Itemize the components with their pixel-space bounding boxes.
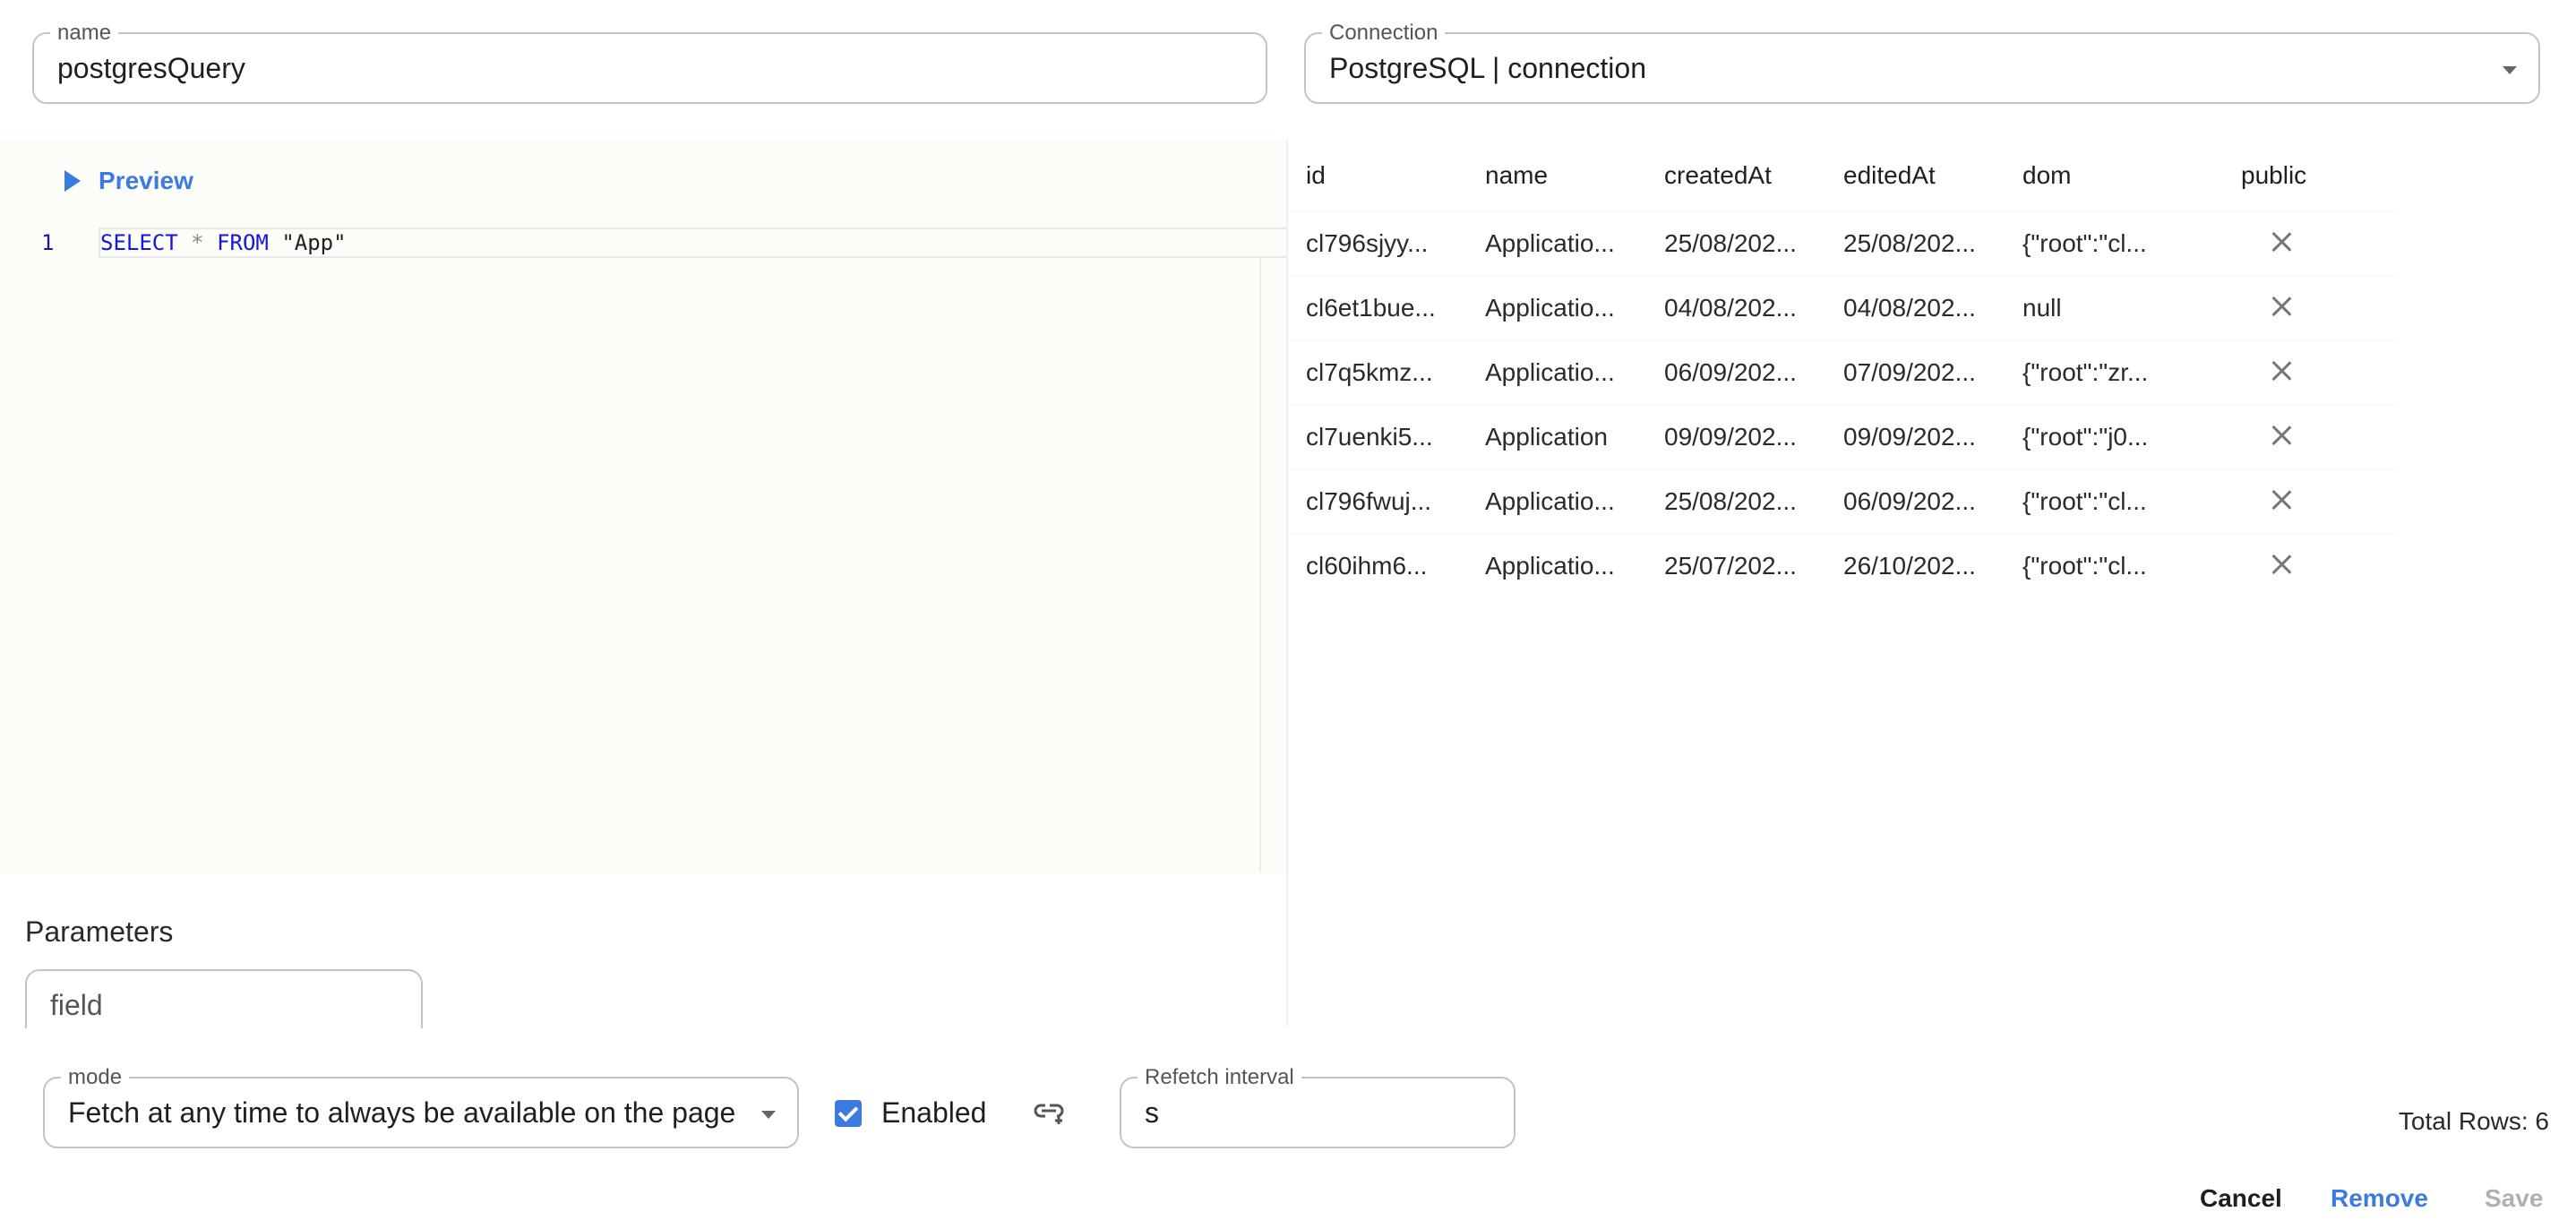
column-header-id[interactable]: id bbox=[1288, 140, 1467, 211]
cell-id: cl60ihm6... bbox=[1306, 552, 1428, 580]
cell-dom: {"root":"zr... bbox=[2022, 358, 2149, 386]
enabled-checkbox[interactable] bbox=[835, 1099, 862, 1127]
refetch-interval-field[interactable]: Refetch interval s bbox=[1120, 1065, 1516, 1148]
enabled-toggle[interactable]: Enabled bbox=[835, 1096, 986, 1130]
cell-editedat: 09/09/202... bbox=[1843, 423, 1976, 451]
code-keyword-select: SELECT bbox=[100, 230, 178, 255]
cell-editedat: 25/08/202... bbox=[1843, 229, 1976, 257]
table-row: cl796sjyy... Applicatio... 25/08/202... … bbox=[1288, 211, 2397, 276]
cell-dom: {"root":"j0... bbox=[2022, 423, 2149, 451]
mode-select-value: Fetch at any time to always be available… bbox=[68, 1096, 736, 1129]
play-icon bbox=[64, 170, 81, 192]
cell-name: Applicatio... bbox=[1485, 487, 1615, 515]
close-icon bbox=[2271, 232, 2291, 252]
column-header-editedat[interactable]: editedAt bbox=[1825, 140, 2005, 211]
cell-editedat: 26/10/202... bbox=[1843, 552, 1976, 580]
cell-dom: {"root":"cl... bbox=[2022, 229, 2147, 257]
refetch-interval-label: Refetch interval bbox=[1138, 1065, 1301, 1090]
column-header-public[interactable]: public bbox=[2184, 140, 2397, 211]
cell-id: cl6et1bue... bbox=[1306, 294, 1436, 322]
chevron-down-icon[interactable] bbox=[2503, 66, 2517, 74]
cell-dom: {"root":"cl... bbox=[2022, 487, 2147, 515]
code-keyword-from: FROM bbox=[217, 230, 269, 255]
close-icon bbox=[2271, 490, 2291, 510]
table-row: cl796fwuj... Applicatio... 25/08/202... … bbox=[1288, 469, 2397, 534]
cell-dom: {"root":"cl... bbox=[2022, 552, 2147, 580]
code-line[interactable]: SELECT * FROM "App" bbox=[100, 229, 347, 256]
line-number: 1 bbox=[41, 230, 55, 255]
cell-createdat: 25/08/202... bbox=[1664, 487, 1797, 515]
close-icon bbox=[2271, 297, 2291, 316]
cell-editedat: 04/08/202... bbox=[1843, 294, 1976, 322]
cell-createdat: 06/09/202... bbox=[1664, 358, 1797, 386]
connection-select-value: PostgreSQL | connection bbox=[1329, 51, 1646, 84]
remove-button[interactable]: Remove bbox=[2331, 1184, 2428, 1213]
cell-createdat: 04/08/202... bbox=[1664, 294, 1797, 322]
cell-public bbox=[2184, 534, 2397, 598]
code-identifier: "App" bbox=[281, 230, 347, 255]
cell-id: cl7q5kmz... bbox=[1306, 358, 1433, 386]
cell-public bbox=[2184, 211, 2397, 276]
refetch-interval-value[interactable]: s bbox=[1145, 1079, 1159, 1147]
cell-name: Applicatio... bbox=[1485, 229, 1615, 257]
mode-select[interactable]: mode Fetch at any time to always be avai… bbox=[43, 1065, 799, 1148]
panel-edge bbox=[0, 1028, 1286, 1050]
cell-public bbox=[2184, 469, 2397, 534]
cell-id: cl796sjyy... bbox=[1306, 229, 1429, 257]
cell-name: Applicatio... bbox=[1485, 294, 1615, 322]
connection-select[interactable]: Connection PostgreSQL | connection bbox=[1304, 21, 2540, 104]
table-row: cl60ihm6... Applicatio... 25/07/202... 2… bbox=[1288, 534, 2397, 598]
column-header-dom[interactable]: dom bbox=[2005, 140, 2184, 211]
cell-editedat: 07/09/202... bbox=[1843, 358, 1976, 386]
cell-name: Applicatio... bbox=[1485, 358, 1615, 386]
name-field[interactable]: name postgresQuery bbox=[32, 21, 1267, 104]
total-rows-count: Total Rows: 6 bbox=[2398, 1107, 2549, 1135]
save-button[interactable]: Save bbox=[2485, 1184, 2543, 1213]
table-row: cl7q5kmz... Applicatio... 06/09/202... 0… bbox=[1288, 340, 2397, 405]
close-icon bbox=[2271, 361, 2291, 381]
cell-id: cl796fwuj... bbox=[1306, 487, 1432, 515]
cell-createdat: 25/08/202... bbox=[1664, 229, 1797, 257]
parameters-title: Parameters bbox=[25, 915, 174, 948]
cell-dom: null bbox=[2022, 294, 2062, 322]
enabled-label: Enabled bbox=[881, 1096, 987, 1129]
table-row: cl7uenki5... Application 09/09/202... 09… bbox=[1288, 405, 2397, 469]
editor-scrollbar[interactable] bbox=[1259, 228, 1261, 872]
cancel-button[interactable]: Cancel bbox=[2200, 1184, 2282, 1213]
cell-createdat: 25/07/202... bbox=[1664, 552, 1797, 580]
cell-public bbox=[2184, 340, 2397, 405]
results-table: id name createdAt editedAt dom public cl… bbox=[1288, 140, 2397, 598]
column-header-name[interactable]: name bbox=[1467, 140, 1646, 211]
chevron-down-icon[interactable] bbox=[761, 1111, 776, 1119]
cell-public bbox=[2184, 276, 2397, 340]
preview-button[interactable]: Preview bbox=[64, 167, 193, 195]
name-field-value[interactable]: postgresQuery bbox=[57, 34, 245, 102]
close-icon bbox=[2271, 554, 2291, 574]
results-panel: id name createdAt editedAt dom public cl… bbox=[1288, 140, 2576, 1135]
code-operator: * bbox=[191, 230, 204, 255]
preview-label: Preview bbox=[99, 167, 193, 194]
cell-name: Applicatio... bbox=[1485, 552, 1615, 580]
close-icon bbox=[2271, 425, 2291, 445]
cell-name: Application bbox=[1485, 423, 1608, 451]
cell-public bbox=[2184, 405, 2397, 469]
column-header-createdat[interactable]: createdAt bbox=[1646, 140, 1825, 211]
cell-createdat: 09/09/202... bbox=[1664, 423, 1797, 451]
table-row: cl6et1bue... Applicatio... 04/08/202... … bbox=[1288, 276, 2397, 340]
parameter-field-placeholder: field bbox=[50, 989, 103, 1021]
cell-id: cl7uenki5... bbox=[1306, 423, 1433, 451]
table-header-row: id name createdAt editedAt dom public bbox=[1288, 140, 2397, 211]
cell-editedat: 06/09/202... bbox=[1843, 487, 1976, 515]
link-icon[interactable] bbox=[1032, 1098, 1068, 1130]
